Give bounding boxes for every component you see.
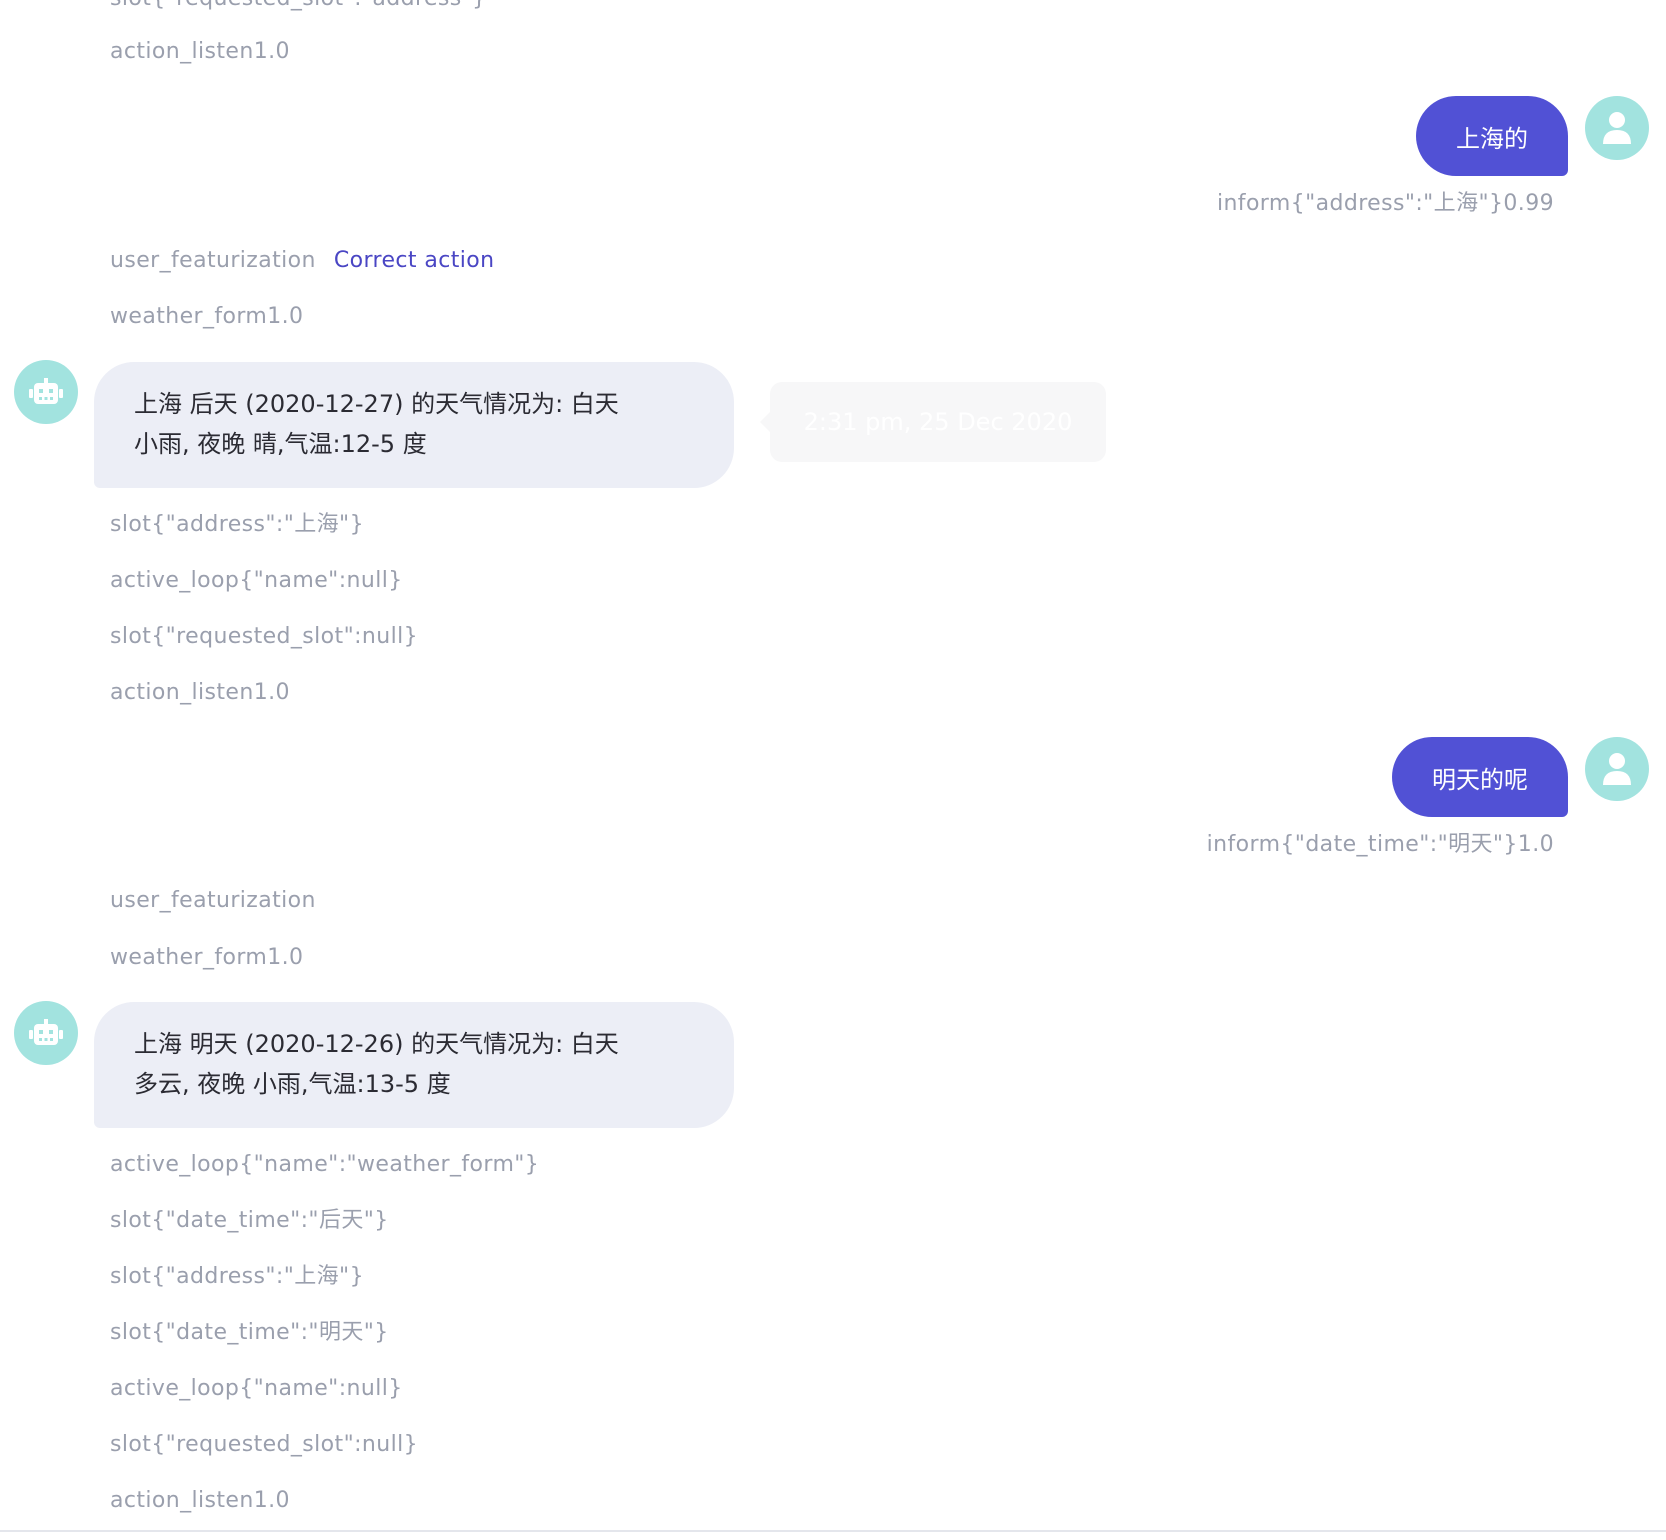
user-avatar — [1585, 737, 1649, 801]
event-row: action_listen1.0 — [110, 680, 290, 705]
event-row: action_listen1.0 — [110, 39, 290, 64]
featurization-row: user_featurization Correct action — [110, 246, 494, 276]
bot-avatar — [14, 360, 78, 424]
bot-message-line: 上海 后天 (2020-12-27) 的天气情况为: 白天 — [134, 390, 619, 418]
bot-message-line: 小雨, 夜晚 晴,气温:12-5 度 — [134, 430, 427, 458]
user-message: 明天的呢 — [1392, 737, 1568, 817]
event-row: active_loop{"name":null} — [110, 1376, 403, 1401]
event-row: weather_form1.0 — [110, 945, 304, 970]
event-row: slot{"address":"上海"} — [110, 1264, 364, 1289]
event-row: active_loop{"name":"weather_form"} — [110, 1152, 540, 1177]
robot-icon — [29, 1019, 63, 1045]
bot-message-line: 多云, 夜晚 小雨,气温:13-5 度 — [134, 1070, 451, 1098]
bot-avatar — [14, 1001, 78, 1065]
user-icon — [1603, 112, 1631, 144]
user-icon — [1603, 753, 1631, 785]
correct-action-link[interactable]: Correct action — [334, 246, 495, 276]
event-row: slot{"address":"上海"} — [110, 512, 364, 537]
bot-message-line: 上海 明天 (2020-12-26) 的天气情况为: 白天 — [134, 1030, 619, 1058]
chat-history: slot{"requested_slot":"address"} action_… — [0, 0, 1666, 1540]
user-avatar — [1585, 96, 1649, 160]
featurization-label: user_featurization — [110, 248, 316, 273]
timestamp-tooltip: 2:31 pm, 25 Dec 2020 — [760, 382, 1106, 462]
bot-message: 上海 后天 (2020-12-27) 的天气情况为: 白天 小雨, 夜晚 晴,气… — [94, 362, 734, 488]
event-row: slot{"date_time":"明天"} — [110, 1320, 389, 1345]
user-message: 上海的 — [1416, 96, 1568, 176]
event-row: slot{"requested_slot":null} — [110, 624, 419, 649]
event-row: action_listen1.0 — [110, 1488, 290, 1513]
event-row: slot{"requested_slot":"address"} — [110, 0, 487, 14]
bot-message: 上海 明天 (2020-12-26) 的天气情况为: 白天 多云, 夜晚 小雨,… — [94, 1002, 734, 1128]
user-intent: inform{"date_time":"明天"}1.0 — [1206, 832, 1554, 857]
user-intent: inform{"address":"上海"}0.99 — [1216, 191, 1554, 216]
event-row: weather_form1.0 — [110, 304, 304, 329]
featurization-label: user_featurization — [110, 888, 316, 913]
robot-icon — [29, 378, 63, 404]
event-row: slot{"date_time":"后天"} — [110, 1208, 389, 1233]
divider — [0, 1530, 1666, 1532]
event-row: active_loop{"name":null} — [110, 568, 403, 593]
event-row: slot{"requested_slot":null} — [110, 1432, 419, 1457]
